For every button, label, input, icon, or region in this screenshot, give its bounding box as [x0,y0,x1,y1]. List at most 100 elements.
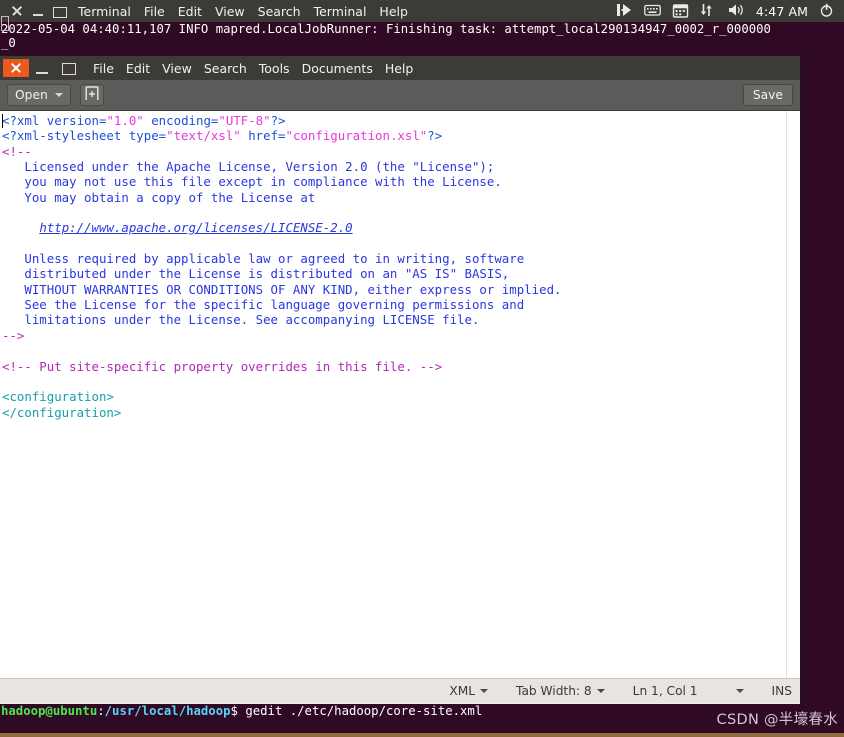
code-line: You may obtain a copy of the License at [2,190,786,205]
save-button[interactable]: Save [742,84,793,106]
code-token: ?> [270,113,286,128]
language-selector[interactable]: XML [449,684,489,698]
minimize-icon[interactable] [32,5,44,17]
gedit-titlebar: File Edit View Search Tools Documents He… [0,56,800,80]
save-button-label: Save [752,88,783,102]
code-token: distributed under the License is distrib… [2,266,510,282]
calendar-icon[interactable] [672,3,689,19]
menu-item-terminal-app[interactable]: Terminal [78,4,131,19]
desktop-screen: Terminal File Edit View Search Terminal … [0,0,844,737]
menu-item-terminal[interactable]: Terminal [314,4,367,19]
gedit-menu-edit[interactable]: Edit [126,61,150,76]
gedit-statusbar: XML Tab Width: 8 Ln 1, Col 1 INS [0,678,800,703]
code-token: type= [128,128,167,144]
terminal-window-controls [0,5,74,18]
code-token: "text/xsl" [166,128,241,144]
tab-width-selector[interactable]: Tab Width: 8 [516,684,605,698]
code-line: limitations under the License. See accom… [2,312,786,327]
code-line: distributed under the License is distrib… [2,266,786,281]
prompt-dollar: $ [230,704,246,718]
chevron-down-icon[interactable] [735,689,744,693]
code-token: <?xml-stylesheet [2,128,129,144]
gedit-menu-view[interactable]: View [162,61,192,76]
close-icon[interactable] [11,5,23,17]
code-line: http://www.apache.org/licenses/LICENSE-2… [2,220,786,235]
code-line: See the License for the specific languag… [2,297,786,312]
network-icon[interactable] [700,3,717,19]
code-token: --> [2,327,25,343]
unity-top-panel: Terminal File Edit View Search Terminal … [0,0,844,22]
tab-width-label: Tab Width: 8 [516,684,592,698]
code-token: <!-- [2,143,32,159]
prompt-colon: : [97,704,105,718]
code-line: you may not use this file except in comp… [2,174,786,189]
code-token: Unless required by applicable law or agr… [2,251,525,267]
code-token: You may obtain a copy of the License at [2,189,316,205]
chevron-down-icon [54,93,63,97]
prompt-path: /usr/local/hadoop [104,704,231,718]
language-label: XML [449,684,476,698]
editor-scrollbar[interactable] [786,111,800,678]
gedit-menu-search[interactable]: Search [204,61,247,76]
new-document-button[interactable] [79,84,104,106]
gedit-menu-documents[interactable]: Documents [302,61,373,76]
code-token[interactable]: http://www.apache.org/licenses/LICENSE-2… [39,220,352,235]
maximize-icon[interactable] [55,59,81,77]
code-line: <!-- [2,144,786,159]
power-icon[interactable] [819,3,836,19]
gedit-menu-tools[interactable]: Tools [259,61,290,76]
messaging-icon[interactable] [616,3,633,19]
code-line: --> [2,328,786,343]
text-caret [2,114,3,128]
code-token: "configuration.xsl" [285,128,428,144]
menu-item-search[interactable]: Search [258,4,301,19]
code-line: <?xml-stylesheet type="text/xsl" href="c… [2,128,786,143]
menu-item-edit[interactable]: Edit [178,4,202,19]
code-token: "UTF-8" [218,113,271,128]
prompt-command: gedit ./etc/hadoop/core-site.xml [245,704,483,718]
code-line: <?xml version="1.0" encoding="UTF-8"?> [2,113,786,128]
code-token: href= [240,128,286,144]
menu-item-help[interactable]: Help [379,4,408,19]
minimize-icon[interactable] [29,59,55,77]
code-token: <?xml [2,113,47,128]
terminal-menubar: Terminal File Edit View Search Terminal … [78,4,408,19]
gedit-toolbar: Open Save [0,80,800,111]
open-button-label: Open [15,88,48,102]
insert-mode-label: INS [771,684,792,698]
chevron-down-icon [480,689,489,693]
xml-source-text[interactable]: <?xml version="1.0" encoding="UTF-8"?> <?… [0,111,786,678]
cursor-position-selector[interactable]: Ln 1, Col 1 [633,684,698,698]
panel-clock[interactable]: 4:47 AM [756,4,808,19]
open-button[interactable]: Open [7,84,71,106]
code-line: Unless required by applicable law or agr… [2,251,786,266]
menu-item-file[interactable]: File [144,4,165,19]
code-token: ?> [427,128,443,144]
gedit-window: File Edit View Search Tools Documents He… [0,56,800,704]
panel-indicators: 4:47 AM [616,3,844,19]
close-icon[interactable] [3,59,29,77]
code-token: version= [46,113,107,128]
volume-icon[interactable] [728,3,745,19]
code-token: <configuration> [2,389,114,405]
code-line: WITHOUT WARRANTIES OR CONDITIONS OF ANY … [2,282,786,297]
gedit-menu-help[interactable]: Help [385,61,414,76]
cursor-position-label: Ln 1, Col 1 [632,684,698,698]
prompt-user-host: hadoop@ubuntu [1,704,98,718]
gedit-menubar: File Edit View Search Tools Documents He… [93,61,413,76]
menu-item-view[interactable]: View [215,4,245,19]
maximize-icon[interactable] [53,5,67,18]
code-token: </configuration> [2,404,122,420]
code-token: you may not use this file except in comp… [2,174,502,190]
terminal-log-output: 2022-05-04 04:40:11,107 INFO mapred.Loca… [1,22,771,51]
code-line: <!-- Put site-specific property override… [2,359,786,374]
code-token: Licensed under the Apache License, Versi… [2,159,495,175]
keyboard-icon[interactable] [644,3,661,19]
desktop-wallpaper-edge [0,733,844,737]
gedit-menu-file[interactable]: File [93,61,114,76]
